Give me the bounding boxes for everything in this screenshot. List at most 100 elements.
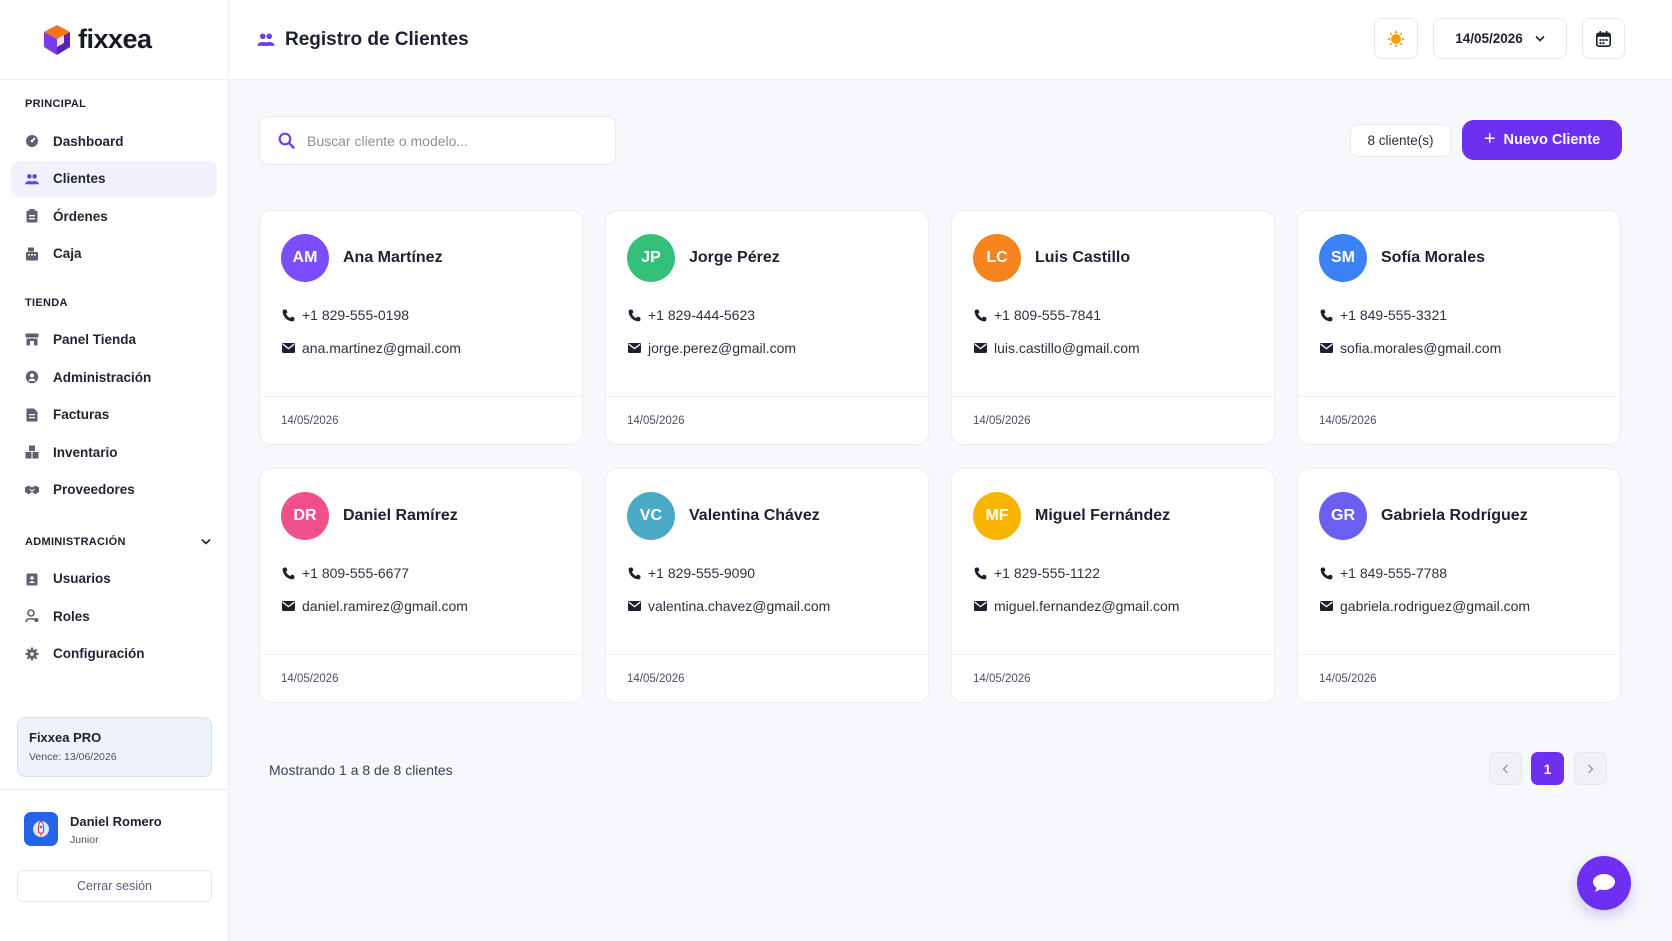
client-email-row: daniel.ramirez@gmail.com — [260, 596, 582, 616]
client-card[interactable]: GR Gabriela Rodríguez +1 849-555-7788 ga… — [1297, 468, 1621, 703]
client-email-row: jorge.perez@gmail.com — [606, 338, 928, 358]
sidebar-item-label: Panel Tienda — [53, 332, 137, 347]
page-title: Registro de Clientes — [285, 28, 469, 50]
date-value: 14/05/2026 — [1455, 31, 1523, 46]
client-email: valentina.chavez@gmail.com — [648, 598, 831, 614]
client-email-row: luis.castillo@gmail.com — [952, 338, 1274, 358]
client-avatar: JP — [627, 234, 675, 282]
client-card-header: LC Luis Castillo — [952, 211, 1274, 282]
sidebar-item-roles[interactable]: Roles — [11, 598, 217, 634]
cash-register-icon — [25, 247, 39, 261]
client-card-footer: 14/05/2026 — [1298, 654, 1620, 702]
client-card[interactable]: SM Sofía Morales +1 849-555-3321 sofia.m… — [1297, 210, 1621, 445]
client-date: 14/05/2026 — [281, 414, 339, 427]
plus-icon: + — [1483, 127, 1496, 150]
client-card-header: JP Jorge Pérez — [606, 211, 928, 282]
logout-button[interactable]: Cerrar sesión — [17, 870, 212, 902]
boxes-icon — [25, 445, 39, 459]
client-card-header: DR Daniel Ramírez — [260, 469, 582, 540]
client-phone-row: +1 849-555-3321 — [1298, 305, 1620, 325]
client-phone-row: +1 829-555-1122 — [952, 563, 1274, 583]
client-phone: +1 849-555-7788 — [1340, 565, 1448, 581]
date-selector[interactable]: 14/05/2026 — [1433, 18, 1567, 59]
client-name: Daniel Ramírez — [343, 507, 458, 524]
theme-toggle-button[interactable] — [1374, 18, 1418, 59]
new-client-label: Nuevo Cliente — [1503, 132, 1601, 148]
sidebar-item-usuarios[interactable]: Usuarios — [11, 561, 217, 597]
pagination: 1 — [1489, 752, 1607, 785]
client-email: sofia.morales@gmail.com — [1340, 340, 1502, 356]
client-phone: +1 809-555-6677 — [302, 565, 410, 581]
client-card[interactable]: AM Ana Martínez +1 829-555-0198 ana.mart… — [259, 210, 583, 445]
envelope-icon — [281, 601, 295, 611]
phone-icon — [281, 309, 295, 322]
client-card-footer: 14/05/2026 — [606, 396, 928, 444]
calendar-button[interactable] — [1582, 18, 1625, 59]
client-name: Miguel Fernández — [1035, 507, 1171, 524]
client-card[interactable]: VC Valentina Chávez +1 829-555-9090 vale… — [605, 468, 929, 703]
client-phone: +1 829-555-0198 — [302, 307, 410, 323]
client-name: Valentina Chávez — [689, 507, 820, 524]
client-card[interactable]: LC Luis Castillo +1 809-555-7841 luis.ca… — [951, 210, 1275, 445]
client-card[interactable]: DR Daniel Ramírez +1 809-555-6677 daniel… — [259, 468, 583, 703]
client-date: 14/05/2026 — [1319, 672, 1377, 685]
nav-heading-label: PRINCIPAL — [25, 98, 87, 110]
sidebar-item-facturas[interactable]: Facturas — [11, 397, 217, 433]
sidebar-item-proveedores[interactable]: Proveedores — [11, 472, 217, 508]
phone-icon — [973, 309, 987, 322]
sidebar-item-dashboard[interactable]: Dashboard — [11, 123, 217, 159]
sidebar-item-caja[interactable]: Caja — [11, 236, 217, 272]
sidebar-item-label: Dashboard — [53, 133, 124, 149]
client-card-header: AM Ana Martínez — [260, 211, 582, 282]
page-button-current[interactable]: 1 — [1531, 752, 1564, 785]
admin-icon — [25, 370, 39, 384]
search-input[interactable] — [307, 132, 587, 149]
envelope-icon — [1319, 601, 1333, 611]
client-card-footer: 14/05/2026 — [952, 396, 1274, 444]
page-title-group: Registro de Clientes — [257, 29, 469, 51]
client-date: 14/05/2026 — [973, 414, 1031, 427]
pagination-summary: Mostrando 1 a 8 de 8 clientes — [269, 762, 453, 778]
nav-section-administracion: ADMINISTRACIÓN Usuarios Roles Configurac… — [0, 532, 228, 672]
envelope-icon — [1319, 343, 1333, 353]
nav-heading-collapsible[interactable]: ADMINISTRACIÓN — [11, 532, 217, 552]
sidebar-item-administracion[interactable]: Administración — [11, 359, 217, 395]
chat-button[interactable] — [1577, 856, 1631, 910]
client-email-row: ana.martinez@gmail.com — [260, 338, 582, 358]
client-phone: +1 809-555-7841 — [994, 307, 1102, 323]
nav-section-tienda: TIENDA Panel Tienda Administración Factu… — [0, 293, 228, 508]
brand[interactable]: fixxea — [0, 0, 228, 80]
plan-card[interactable]: Fixxea PRO Vence: 13/06/2026 — [17, 717, 212, 777]
roles-icon — [25, 609, 39, 623]
client-toolbar: 8 cliente(s) + Nuevo Cliente — [259, 116, 1622, 166]
user-profile[interactable]: Daniel Romero Junior — [0, 789, 229, 846]
prev-page-button[interactable] — [1489, 752, 1522, 785]
chevron-right-icon — [1587, 763, 1594, 774]
client-card-footer: 14/05/2026 — [1298, 396, 1620, 444]
invoice-icon — [25, 408, 39, 422]
sidebar-item-ordenes[interactable]: Órdenes — [11, 198, 217, 234]
sidebar-item-inventario[interactable]: Inventario — [11, 434, 217, 470]
next-page-button[interactable] — [1574, 752, 1607, 785]
new-client-button[interactable]: + Nuevo Cliente — [1462, 120, 1622, 160]
client-avatar: VC — [627, 492, 675, 540]
client-count-badge: 8 cliente(s) — [1350, 124, 1451, 157]
client-name: Sofía Morales — [1381, 249, 1486, 266]
search-box[interactable] — [259, 116, 616, 165]
client-email: ana.martinez@gmail.com — [302, 340, 461, 356]
sidebar-item-label: Inventario — [53, 444, 118, 460]
client-email: jorge.perez@gmail.com — [648, 340, 797, 356]
users-icon — [257, 32, 275, 47]
envelope-icon — [281, 343, 295, 353]
phone-icon — [1319, 309, 1333, 322]
sidebar-item-panel-tienda[interactable]: Panel Tienda — [11, 322, 217, 358]
brand-name: fixxea — [78, 24, 152, 54]
header-actions: 14/05/2026 — [1374, 18, 1625, 59]
sidebar-item-configuracion[interactable]: Configuración — [11, 636, 217, 672]
sidebar-item-clientes[interactable]: Clientes — [11, 160, 217, 197]
sidebar-item-label: Proveedores — [53, 482, 135, 497]
user-role: Junior — [70, 834, 99, 846]
client-card[interactable]: MF Miguel Fernández +1 829-555-1122 migu… — [951, 468, 1275, 703]
client-avatar: DR — [281, 492, 329, 540]
client-card[interactable]: JP Jorge Pérez +1 829-444-5623 jorge.per… — [605, 210, 929, 445]
